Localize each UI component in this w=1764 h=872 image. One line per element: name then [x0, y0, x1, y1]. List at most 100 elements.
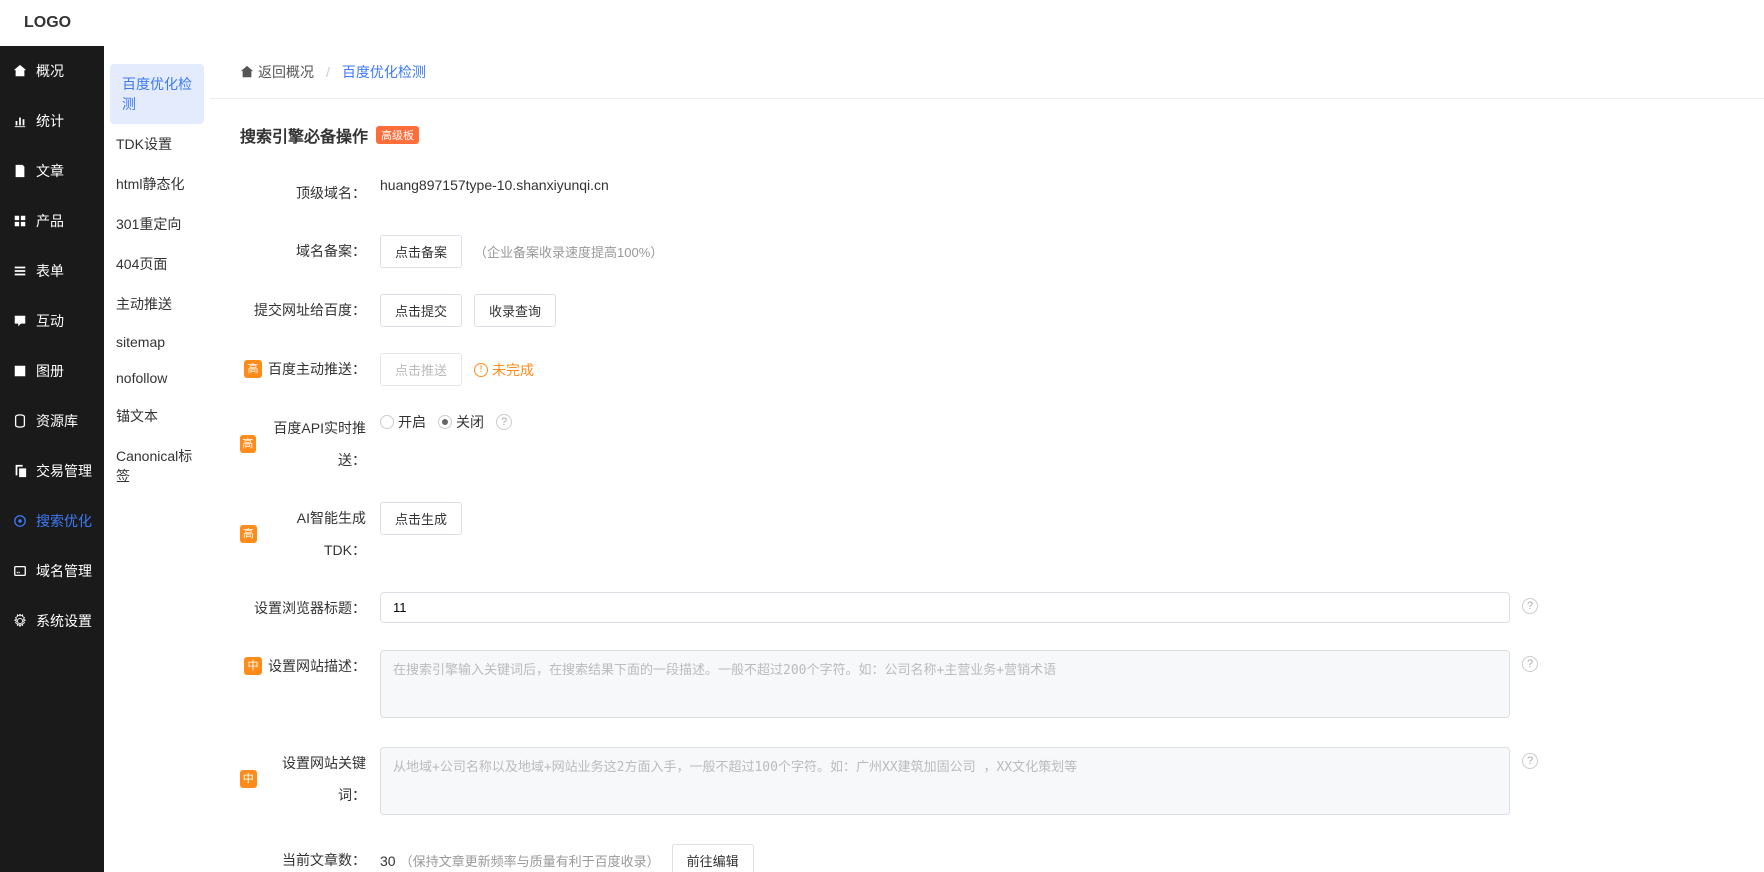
doc-icon [12, 163, 28, 179]
sidebar-item-1[interactable]: 统计 [0, 96, 104, 146]
label-domain: 顶级域名： [296, 177, 366, 209]
help-api[interactable]: ? [496, 414, 512, 430]
sidebar-item-0[interactable]: 概况 [0, 46, 104, 96]
breadcrumb-sep: / [326, 64, 330, 80]
sub-item-8[interactable]: 锚文本 [104, 396, 210, 436]
badge-advanced: 高级板 [376, 126, 419, 144]
label-desc: 设置网站描述： [268, 650, 366, 682]
header: LOGO [0, 0, 1764, 46]
breadcrumb: 返回概况 / 百度优化检测 [210, 46, 1764, 99]
chat-icon [12, 313, 28, 329]
row-icp: 域名备案： 点击备案 （企业备案收录速度提高100%） [240, 235, 1734, 268]
sidebar-item-10[interactable]: 域名管理 [0, 546, 104, 596]
status-push: ! 未完成 [474, 360, 534, 380]
help-keyword[interactable]: ? [1522, 753, 1538, 769]
db-icon [12, 413, 28, 429]
sidebar-item-11[interactable]: 系统设置 [0, 596, 104, 646]
panel-title: 搜索引擎必备操作 [240, 123, 368, 147]
sub-item-5[interactable]: 主动推送 [104, 284, 210, 324]
sidebar-item-label: 交易管理 [36, 461, 92, 481]
sidebar-item-label: 域名管理 [36, 561, 92, 581]
label-keyword: 设置网站关键词： [263, 747, 366, 811]
sidebar-item-8[interactable]: 交易管理 [0, 446, 104, 496]
sidebar-item-label: 产品 [36, 211, 64, 231]
sidebar-item-label: 文章 [36, 161, 64, 181]
help-title[interactable]: ? [1522, 598, 1538, 614]
tag-high-2: 高 [240, 435, 256, 453]
btn-push: 点击推送 [380, 353, 462, 386]
row-submit: 提交网址给百度： 点击提交 收录查询 [240, 294, 1734, 327]
row-ai: 高 AI智能生成TDK： 点击生成 [240, 502, 1734, 566]
gear-icon [12, 613, 28, 629]
sidebar-item-label: 互动 [36, 311, 64, 331]
help-desc[interactable]: ? [1522, 656, 1538, 672]
sub-item-3[interactable]: 301重定向 [104, 204, 210, 244]
www-icon [12, 563, 28, 579]
sub-item-2[interactable]: html静态化 [104, 164, 210, 204]
label-submit: 提交网址给百度： [254, 294, 366, 326]
radio-api-on-label: 开启 [398, 412, 426, 432]
tag-high-1: 高 [244, 360, 262, 378]
tag-high-3: 高 [240, 525, 257, 543]
label-ai: AI智能生成TDK： [263, 502, 366, 566]
sidebar-sub: 百度优化检测TDK设置html静态化301重定向404页面主动推送sitemap… [104, 46, 210, 872]
sub-item-1[interactable]: TDK设置 [104, 124, 210, 164]
sidebar-item-label: 图册 [36, 361, 64, 381]
sub-item-4[interactable]: 404页面 [104, 244, 210, 284]
sidebar-item-9[interactable]: 搜索优化 [0, 496, 104, 546]
row-desc: 中 设置网站描述： ? [240, 650, 1734, 721]
value-domain: huang897157type-10.shanxiyunqi.cn [380, 177, 609, 193]
warn-icon: ! [474, 363, 488, 377]
label-push: 百度主动推送： [268, 353, 366, 385]
tag-mid-2: 中 [240, 770, 257, 788]
breadcrumb-back[interactable]: 返回概况 [240, 62, 314, 82]
label-title: 设置浏览器标题： [254, 592, 366, 624]
row-push: 高 百度主动推送： 点击推送 ! 未完成 [240, 353, 1734, 386]
input-title[interactable] [380, 592, 1510, 623]
label-icp: 域名备案： [296, 235, 366, 267]
btn-article-edit[interactable]: 前往编辑 [672, 844, 754, 872]
btn-submit[interactable]: 点击提交 [380, 294, 462, 327]
textarea-keyword[interactable] [380, 747, 1510, 815]
sidebar-item-7[interactable]: 资源库 [0, 396, 104, 446]
row-keyword: 中 设置网站关键词： ? [240, 747, 1734, 818]
target-icon [12, 513, 28, 529]
btn-ai[interactable]: 点击生成 [380, 502, 462, 535]
copy-icon [12, 463, 28, 479]
btn-query[interactable]: 收录查询 [474, 294, 556, 327]
row-api: 高 百度API实时推送： 开启 关闭 ? [240, 412, 1734, 476]
breadcrumb-current: 百度优化检测 [342, 62, 426, 82]
logo: LOGO [24, 14, 71, 32]
sidebar-main: 概况统计文章产品表单互动图册资源库交易管理搜索优化域名管理系统设置 [0, 46, 104, 872]
textarea-desc[interactable] [380, 650, 1510, 718]
content-area: 返回概况 / 百度优化检测 搜索引擎必备操作 高级板 顶级域名： huang89… [210, 46, 1764, 872]
home-icon [240, 65, 254, 79]
sidebar-item-6[interactable]: 图册 [0, 346, 104, 396]
sidebar-item-5[interactable]: 互动 [0, 296, 104, 346]
sub-item-9[interactable]: Canonical标签 [104, 436, 210, 496]
value-article-count: 30 [380, 853, 396, 869]
main-container: 概况统计文章产品表单互动图册资源库交易管理搜索优化域名管理系统设置 百度优化检测… [0, 46, 1764, 872]
radio-api-off[interactable]: 关闭 [438, 412, 484, 432]
image-icon [12, 363, 28, 379]
sidebar-item-label: 表单 [36, 261, 64, 281]
sidebar-item-3[interactable]: 产品 [0, 196, 104, 246]
sub-item-0[interactable]: 百度优化检测 [110, 64, 204, 124]
row-domain: 顶级域名： huang897157type-10.shanxiyunqi.cn [240, 177, 1734, 209]
sub-item-6[interactable]: sitemap [104, 324, 210, 360]
btn-icp[interactable]: 点击备案 [380, 235, 462, 268]
radio-api-off-label: 关闭 [456, 412, 484, 432]
sub-item-7[interactable]: nofollow [104, 360, 210, 396]
sidebar-item-label: 系统设置 [36, 611, 92, 631]
label-api: 百度API实时推送： [262, 412, 366, 476]
tag-mid-1: 中 [244, 657, 262, 675]
chart-icon [12, 113, 28, 129]
breadcrumb-back-label: 返回概况 [258, 62, 314, 82]
sidebar-item-4[interactable]: 表单 [0, 246, 104, 296]
row-title: 设置浏览器标题： ? [240, 592, 1734, 624]
hint-icp: （企业备案收录速度提高100%） [474, 242, 663, 261]
sidebar-item-label: 概况 [36, 61, 64, 81]
sidebar-item-2[interactable]: 文章 [0, 146, 104, 196]
sidebar-item-label: 统计 [36, 111, 64, 131]
radio-api-on[interactable]: 开启 [380, 412, 426, 432]
